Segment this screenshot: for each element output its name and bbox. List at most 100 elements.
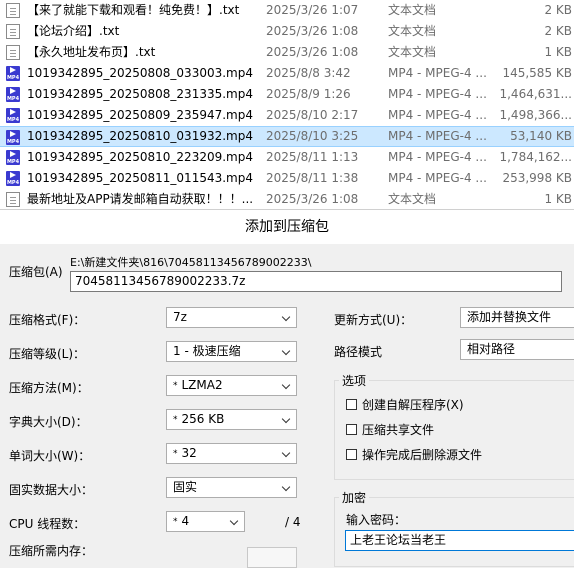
play-icon — [10, 67, 16, 73]
file-date: 2025/8/10 2:17 — [266, 108, 359, 122]
cpu-select[interactable]: * 4 — [166, 511, 245, 532]
file-size: 1,464,631... — [499, 87, 572, 101]
mp4-file-icon: MP4 — [6, 87, 20, 102]
file-name: 1019342895_20250809_235947.mp4 — [27, 108, 253, 122]
dict-select[interactable]: * 256 KB — [166, 409, 297, 430]
chevron-down-icon — [282, 410, 292, 429]
cpu-value: 4 — [181, 514, 190, 528]
mp4-file-icon: MP4 — [6, 150, 20, 165]
play-icon — [10, 88, 16, 94]
file-row[interactable]: 【来了就能下载和观看！纯免费！】.txt 2025/3/26 1:07 文本文档 2 … — [0, 0, 574, 21]
file-name: 1019342895_20250808_033003.mp4 — [27, 66, 253, 80]
mp4-icon-text: MP4 — [6, 75, 20, 81]
file-name: 1019342895_20250808_231335.mp4 — [27, 87, 253, 101]
file-date: 2025/8/9 1:26 — [266, 87, 351, 101]
mp4-icon-text: MP4 — [6, 96, 20, 102]
file-size: 145,585 KB — [502, 66, 572, 80]
chevron-down-icon — [282, 342, 292, 361]
path-mode-label: 路径模式 — [334, 345, 383, 359]
chevron-down-icon — [282, 478, 292, 497]
word-value: 32 — [181, 446, 197, 460]
file-size: 1,784,162... — [499, 150, 572, 164]
chevron-down-icon — [282, 376, 292, 395]
mp4-file-icon: MP4 — [6, 171, 20, 186]
password-input[interactable]: 上老王论坛当老王 — [345, 530, 574, 551]
file-row[interactable]: MP4 1019342895_20250811_011543.mp4 2025/8/… — [0, 168, 574, 189]
file-row[interactable]: MP4 1019342895_20250810_223209.mp4 2025/8/… — [0, 147, 574, 168]
modified-star: * — [173, 449, 178, 459]
solid-select[interactable]: 固实 — [166, 477, 297, 498]
play-icon — [10, 109, 16, 115]
file-name: 1019342895_20250810_031932.mp4 — [27, 129, 253, 143]
dict-value: 256 KB — [181, 412, 225, 426]
file-row[interactable]: MP4 1019342895_20250809_235947.mp4 2025/8/… — [0, 105, 574, 126]
shared-files-checkbox-label: 压缩共享文件 — [362, 423, 435, 437]
format-value: 7z — [173, 310, 187, 324]
file-name: 【来了就能下载和观看！纯免费！】.txt — [27, 3, 240, 17]
mp4-icon-text: MP4 — [6, 159, 20, 165]
archive-label: 压缩包(A) — [9, 265, 63, 279]
text-file-icon — [6, 3, 20, 18]
file-date: 2025/3/26 1:08 — [266, 45, 359, 59]
method-select[interactable]: * LZMA2 — [166, 375, 297, 396]
modified-star: * — [173, 517, 178, 527]
file-type: MP4 - MPEG-4 ... — [388, 129, 487, 143]
archive-name-value: 70458113456789002233.7z — [75, 274, 246, 288]
memory-label: 压缩所需内存： — [9, 544, 94, 558]
format-label: 压缩格式(F)： — [9, 313, 86, 327]
solid-label: 固实数据大小： — [9, 483, 94, 497]
level-select[interactable]: 1 - 极速压缩 — [166, 341, 297, 362]
archive-name-input[interactable]: 70458113456789002233.7z — [70, 271, 562, 292]
file-row[interactable]: 【论坛介绍】.txt 2025/3/26 1:08 文本文档 2 KB — [0, 21, 574, 42]
file-type: 文本文档 — [388, 3, 437, 17]
file-date: 2025/8/10 3:25 — [266, 129, 359, 143]
modified-star: * — [173, 381, 178, 391]
play-icon — [10, 131, 16, 137]
delete-source-checkbox[interactable] — [346, 449, 357, 460]
file-row[interactable]: MP4 1019342895_20250810_031932.mp4 2025/8/… — [0, 126, 574, 147]
file-name: 1019342895_20250810_223209.mp4 — [27, 150, 253, 164]
file-size: 53,140 KB — [510, 129, 572, 143]
file-date: 2025/8/11 1:38 — [266, 171, 359, 185]
file-list: 【来了就能下载和观看！纯免费！】.txt 2025/3/26 1:07 文本文档 2 … — [0, 0, 574, 209]
file-date: 2025/3/26 1:07 — [266, 3, 359, 17]
sfx-checkbox-label: 创建自解压程序(X) — [362, 398, 464, 412]
update-label: 更新方式(U)： — [334, 313, 413, 327]
mp4-icon-text: MP4 — [6, 117, 20, 123]
sfx-checkbox[interactable] — [346, 399, 357, 410]
file-date: 2025/8/8 3:42 — [266, 66, 351, 80]
file-size: 2 KB — [544, 3, 572, 17]
update-mode-value: 添加并替换文件 — [467, 310, 552, 324]
file-row[interactable]: 最新地址及APP请发邮箱自动获取！！！... 2025/3/26 1:08 文本文档… — [0, 189, 574, 209]
mp4-file-icon: MP4 — [6, 130, 20, 145]
file-row[interactable]: MP4 1019342895_20250808_231335.mp4 2025/8/… — [0, 84, 574, 105]
dialog-title: 添加到压缩包 — [0, 210, 574, 244]
play-icon — [10, 172, 16, 178]
chevron-down-icon — [282, 444, 292, 463]
update-mode-select[interactable]: 添加并替换文件 — [460, 307, 574, 328]
file-size: 1,498,366... — [499, 108, 572, 122]
method-value: LZMA2 — [181, 378, 223, 392]
archive-path: E:\新建文件夹\816\70458113456789002233\ — [70, 256, 312, 269]
file-name: 【永久地址发布页】.txt — [27, 45, 156, 59]
path-mode-select[interactable]: 相对路径 — [460, 339, 574, 360]
file-type: MP4 - MPEG-4 ... — [388, 66, 487, 80]
file-type: 文本文档 — [388, 45, 437, 59]
options-group-title: 选项 — [339, 372, 370, 389]
shared-files-checkbox[interactable] — [346, 424, 357, 435]
format-select[interactable]: 7z — [166, 307, 297, 328]
text-file-icon — [6, 192, 20, 207]
chevron-down-icon — [282, 308, 292, 327]
password-label: 输入密码： — [346, 513, 407, 527]
file-type: MP4 - MPEG-4 ... — [388, 87, 487, 101]
file-size: 1 KB — [544, 45, 572, 59]
mp4-file-icon: MP4 — [6, 66, 20, 81]
word-select[interactable]: * 32 — [166, 443, 297, 464]
mp4-file-icon: MP4 — [6, 108, 20, 123]
dict-label: 字典大小(D)： — [9, 415, 88, 429]
file-type: MP4 - MPEG-4 ... — [388, 150, 487, 164]
file-row[interactable]: 【永久地址发布页】.txt 2025/3/26 1:08 文本文档 1 KB — [0, 42, 574, 63]
file-date: 2025/3/26 1:08 — [266, 24, 359, 38]
file-row[interactable]: MP4 1019342895_20250808_033003.mp4 2025/8/… — [0, 63, 574, 84]
method-label: 压缩方法(M)： — [9, 381, 89, 395]
